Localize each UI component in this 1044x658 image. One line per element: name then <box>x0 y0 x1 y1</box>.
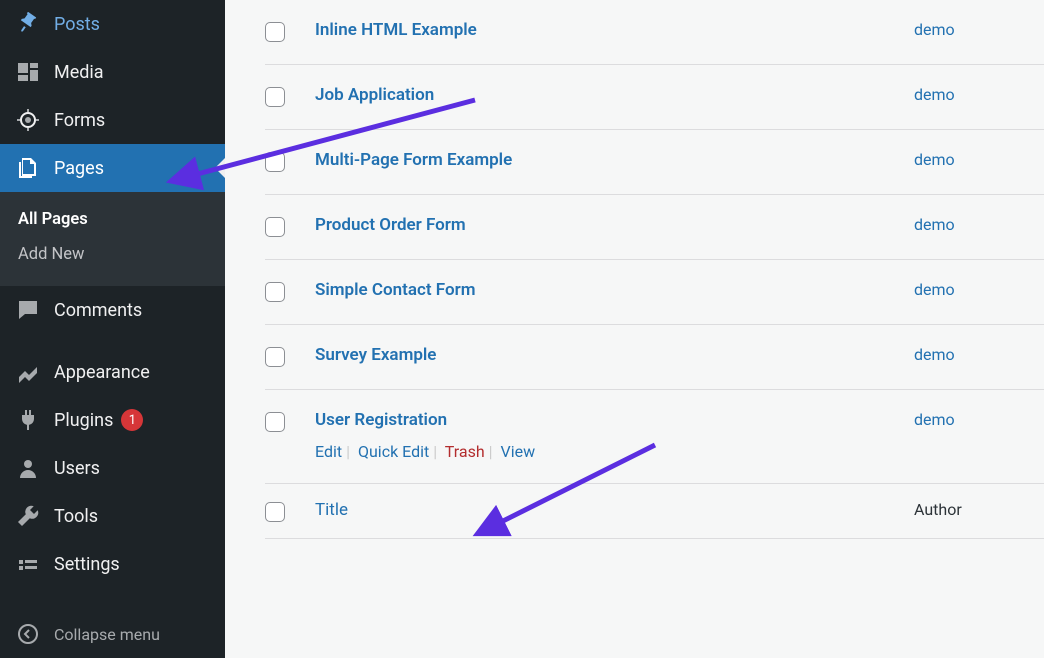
sidebar-separator <box>0 334 225 348</box>
action-quick-edit[interactable]: Quick Edit <box>358 442 429 461</box>
column-header-author[interactable]: Author <box>914 500 962 519</box>
sidebar-item-label: Forms <box>54 110 105 131</box>
select-row-checkbox[interactable] <box>265 412 285 432</box>
table-row: Job Application demo <box>265 65 1044 130</box>
sidebar-item-label: Settings <box>54 554 120 575</box>
tools-icon <box>16 504 40 528</box>
author-link[interactable]: demo <box>914 20 955 39</box>
users-icon <box>16 456 40 480</box>
author-link[interactable]: demo <box>914 85 955 104</box>
settings-icon <box>16 552 40 576</box>
sidebar-item-settings[interactable]: Settings <box>0 540 225 588</box>
sidebar-item-users[interactable]: Users <box>0 444 225 492</box>
table-row: Product Order Form demo <box>265 195 1044 260</box>
admin-sidebar: Posts Media Forms Pages All Pages Add Ne… <box>0 0 225 658</box>
forms-icon <box>16 108 40 132</box>
action-edit[interactable]: Edit <box>315 442 342 461</box>
table-row: Simple Contact Form demo <box>265 260 1044 325</box>
sidebar-item-plugins[interactable]: Plugins 1 <box>0 396 225 444</box>
select-row-checkbox[interactable] <box>265 152 285 172</box>
plugin-update-badge: 1 <box>121 409 143 431</box>
media-icon <box>16 60 40 84</box>
main-content: Inline HTML Example demo Job Application… <box>225 0 1044 658</box>
row-actions: Edit| Quick Edit| Trash| View <box>315 442 914 461</box>
page-title-link[interactable]: Job Application <box>315 85 434 105</box>
pin-icon <box>16 12 40 36</box>
select-row-checkbox[interactable] <box>265 22 285 42</box>
select-row-checkbox[interactable] <box>265 282 285 302</box>
sidebar-item-label: Posts <box>54 14 100 35</box>
sidebar-item-label: Appearance <box>54 362 150 383</box>
sidebar-submenu-pages: All Pages Add New <box>0 192 225 286</box>
select-row-checkbox[interactable] <box>265 217 285 237</box>
sidebar-item-pages[interactable]: Pages <box>0 144 225 192</box>
comments-icon <box>16 298 40 322</box>
sidebar-item-forms[interactable]: Forms <box>0 96 225 144</box>
table-row: Survey Example demo <box>265 325 1044 390</box>
collapse-icon <box>16 622 40 646</box>
column-header-title[interactable]: Title <box>315 500 348 520</box>
sidebar-item-comments[interactable]: Comments <box>0 286 225 334</box>
plugins-icon <box>16 408 40 432</box>
select-all-checkbox[interactable] <box>265 502 285 522</box>
submenu-item-add-new[interactable]: Add New <box>0 237 225 272</box>
page-title-link[interactable]: Simple Contact Form <box>315 280 475 300</box>
table-row: Multi-Page Form Example demo <box>265 130 1044 195</box>
page-title-link[interactable]: Inline HTML Example <box>315 20 477 40</box>
sidebar-item-media[interactable]: Media <box>0 48 225 96</box>
action-view[interactable]: View <box>501 442 536 461</box>
table-row: Inline HTML Example demo <box>265 0 1044 65</box>
table-row: User Registration Edit| Quick Edit| Tras… <box>265 390 1044 484</box>
page-title-link[interactable]: User Registration <box>315 410 447 430</box>
page-title-link[interactable]: Survey Example <box>315 345 436 365</box>
pages-icon <box>16 156 40 180</box>
sidebar-item-label: Tools <box>54 506 98 527</box>
select-row-checkbox[interactable] <box>265 87 285 107</box>
collapse-label: Collapse menu <box>54 625 160 644</box>
author-link[interactable]: demo <box>914 150 955 169</box>
collapse-menu-button[interactable]: Collapse menu <box>0 610 225 658</box>
submenu-item-all-pages[interactable]: All Pages <box>0 202 225 237</box>
sidebar-item-label: Comments <box>54 300 142 321</box>
table-footer-row: Title Author <box>265 484 1044 539</box>
appearance-icon <box>16 360 40 384</box>
action-trash[interactable]: Trash <box>445 442 485 461</box>
page-title-link[interactable]: Multi-Page Form Example <box>315 150 512 170</box>
author-link[interactable]: demo <box>914 280 955 299</box>
select-row-checkbox[interactable] <box>265 347 285 367</box>
sidebar-item-label: Users <box>54 458 100 479</box>
sidebar-item-label: Pages <box>54 158 104 179</box>
sidebar-item-label: Media <box>54 62 104 83</box>
sidebar-item-posts[interactable]: Posts <box>0 0 225 48</box>
sidebar-item-appearance[interactable]: Appearance <box>0 348 225 396</box>
author-link[interactable]: demo <box>914 345 955 364</box>
page-title-link[interactable]: Product Order Form <box>315 215 466 235</box>
author-link[interactable]: demo <box>914 215 955 234</box>
author-link[interactable]: demo <box>914 410 955 429</box>
sidebar-item-label: Plugins <box>54 410 113 431</box>
sidebar-item-tools[interactable]: Tools <box>0 492 225 540</box>
